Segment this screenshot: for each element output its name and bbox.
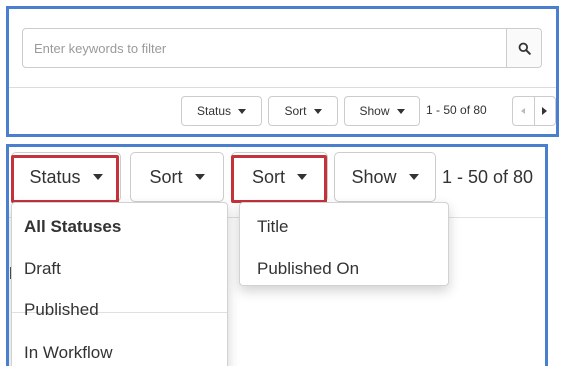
status-option-draft[interactable]: Draft xyxy=(24,259,61,279)
show-label: Show xyxy=(359,104,390,118)
next-page-button[interactable] xyxy=(533,97,556,125)
show-button-zoomed[interactable]: Show xyxy=(334,152,436,202)
search-input[interactable] xyxy=(23,29,508,67)
sort-label: Sort xyxy=(149,166,183,187)
sort-option-title[interactable]: Title xyxy=(257,217,289,237)
sort-dropdown-menu: Title Published On xyxy=(239,202,449,286)
pagination-range: 1 - 50 of 80 xyxy=(426,103,487,117)
caret-down-icon xyxy=(238,108,247,114)
search-area xyxy=(9,9,556,88)
search-icon xyxy=(518,42,531,55)
chevron-right-icon xyxy=(542,107,548,115)
caret-down-icon xyxy=(194,174,205,180)
status-highlight-box xyxy=(11,155,119,203)
caret-down-icon xyxy=(396,108,405,114)
status-filter-button[interactable]: Status xyxy=(181,96,262,126)
status-option-in-workflow[interactable]: In Workflow xyxy=(24,343,113,363)
pager xyxy=(512,96,556,126)
sort-highlight-box xyxy=(231,155,327,203)
chevron-left-icon xyxy=(521,108,526,114)
status-option-all[interactable]: All Statuses xyxy=(24,217,121,237)
show-button[interactable]: Show xyxy=(344,96,420,126)
sort-label: Sort xyxy=(284,104,307,118)
pagination-range-zoomed: 1 - 50 of 80 xyxy=(442,167,534,187)
status-filter-label: Status xyxy=(196,104,232,118)
zoomed-toolbar-panel: b Status Sort Sort Show 1 - 50 of 80 All… xyxy=(6,144,548,366)
caret-down-icon xyxy=(313,108,322,114)
list-toolbar: Status Sort Show 1 - 50 of 80 xyxy=(9,88,556,134)
search-button[interactable] xyxy=(506,29,541,67)
previous-page-button[interactable] xyxy=(513,97,534,125)
status-option-published[interactable]: Published xyxy=(24,300,99,320)
search-group xyxy=(22,28,542,68)
sort-button-zoomed[interactable]: Sort xyxy=(130,152,224,202)
caret-down-icon xyxy=(408,174,419,180)
sort-button[interactable]: Sort xyxy=(268,96,338,126)
status-dropdown-menu: All Statuses Draft Published In Workflow xyxy=(11,202,228,366)
filter-panel: Status Sort Show 1 - 50 of 80 xyxy=(6,6,559,137)
show-label: Show xyxy=(351,166,397,187)
sort-option-published-on[interactable]: Published On xyxy=(257,259,359,279)
